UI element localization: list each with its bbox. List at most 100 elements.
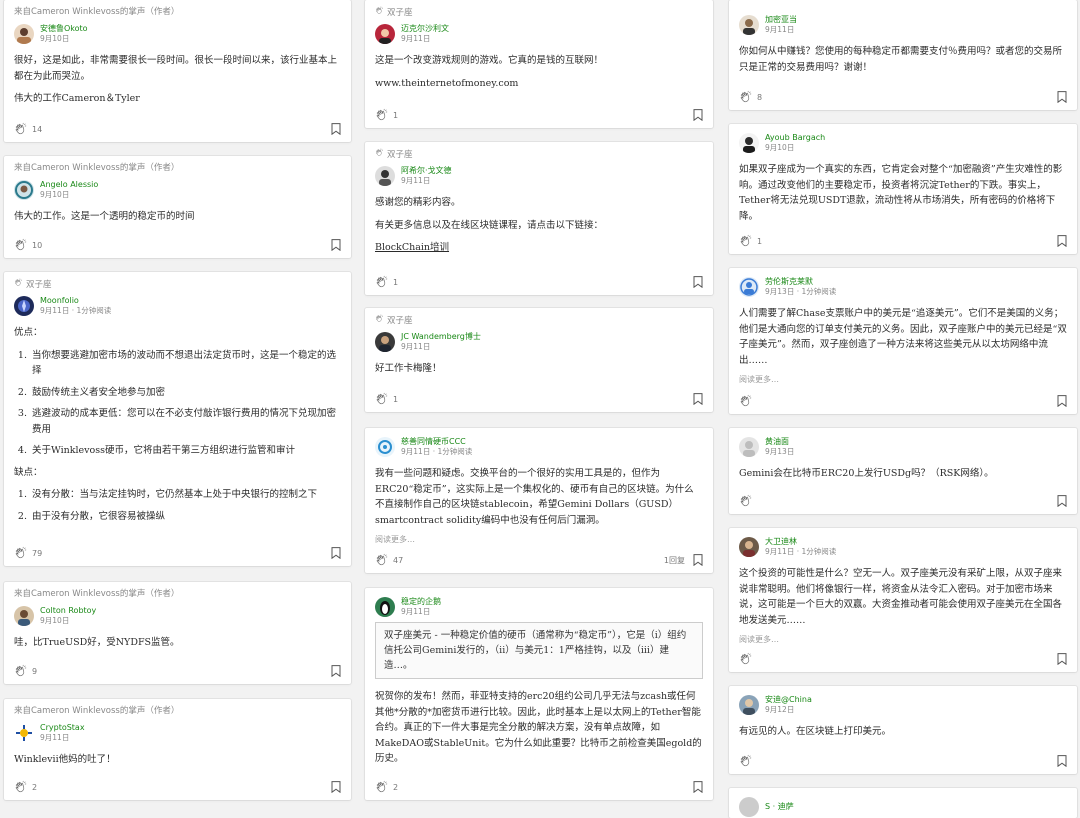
clap-button[interactable]: 10 — [14, 238, 42, 252]
author-name[interactable]: Angelo Alessio — [40, 180, 98, 190]
response-card[interactable]: 安迪@China 9月12日 有远见的人。在区块链上打印美元。 — [729, 686, 1077, 774]
author-name[interactable]: 安迪@China — [765, 695, 812, 705]
avatar[interactable] — [739, 797, 759, 817]
response-card[interactable]: 来自Cameron Winklevoss的掌声（作者） Angelo Aless… — [4, 156, 351, 258]
response-body[interactable]: Winklevii他妈的吐了！ — [14, 752, 341, 768]
author-name[interactable]: 慈善同情硬币CCC — [401, 437, 472, 447]
clap-button[interactable]: 1 — [739, 234, 762, 248]
bookmark-button[interactable] — [331, 123, 341, 135]
post-date[interactable]: 9月11日 · 1分钟阅读 — [401, 447, 472, 457]
publication-name[interactable]: 双子座 — [387, 8, 413, 18]
author-name[interactable]: 迈克尔沙利文 — [401, 24, 449, 34]
avatar[interactable] — [739, 437, 759, 457]
author-name[interactable]: CryptoStax — [40, 723, 85, 733]
author-name[interactable]: 黄油面 — [765, 437, 794, 447]
post-date[interactable]: 9月13日 — [765, 447, 794, 457]
response-body[interactable]: 这个投资的可能性是什么？空无一人。双子座美元没有采矿上限，从双子座来说非常聪明。… — [739, 566, 1067, 648]
avatar[interactable] — [375, 332, 395, 352]
avatar[interactable] — [375, 24, 395, 44]
avatar[interactable] — [739, 277, 759, 297]
response-body[interactable]: Gemini会在比特币ERC20上发行USDg吗？（RSK网络）。 — [739, 466, 1067, 482]
response-card[interactable]: 加密亚当 9月11日 你如何从中赚钱？您使用的每种稳定币都需要支付％费用吗？或者… — [729, 0, 1077, 110]
response-body[interactable]: 这是一个改变游戏规则的游戏。它真的是钱的互联网！ www.theinternet… — [375, 53, 703, 91]
author-name[interactable]: 劳伦斯克莱默 — [765, 277, 836, 287]
response-body[interactable]: 哇，比TrueUSD好，受NYDFS监管。 — [14, 635, 341, 651]
post-date[interactable]: 9月11日 — [765, 25, 797, 35]
author-name[interactable]: 大卫迪林 — [765, 537, 836, 547]
read-more-link[interactable]: 阅读更多… — [739, 632, 1067, 648]
avatar[interactable] — [14, 24, 34, 44]
publication-name[interactable]: 双子座 — [26, 280, 52, 290]
post-date[interactable]: 9月11日 — [401, 34, 449, 44]
author-name[interactable]: S · 迪萨 — [765, 802, 794, 812]
author-name[interactable]: 加密亚当 — [765, 15, 797, 25]
response-card[interactable]: 双子座 JC Wandemberg博士 9月11日 好工作卡梅隆！ 1 — [365, 308, 713, 412]
replies-link[interactable]: 1回复 — [664, 555, 685, 566]
response-card[interactable]: Ayoub Bargach 9月10日 如果双子座成为一个真实的东西，它肯定会对… — [729, 124, 1077, 254]
publication-name[interactable]: 双子座 — [387, 150, 413, 160]
publication-name[interactable]: 双子座 — [387, 316, 413, 326]
avatar[interactable] — [14, 180, 34, 200]
author-name[interactable]: 安德鲁Okoto — [40, 24, 88, 34]
read-more-link[interactable]: 阅读更多… — [739, 372, 1067, 388]
clap-button[interactable]: 1 — [375, 392, 398, 406]
post-date[interactable]: 9月10日 — [40, 190, 98, 200]
bookmark-button[interactable] — [693, 554, 703, 566]
post-date[interactable]: 9月11日 — [401, 342, 481, 352]
post-date[interactable]: 9月11日 — [401, 607, 441, 617]
clap-button[interactable]: 1 — [375, 275, 398, 289]
response-card[interactable]: 双子座 阿希尔·戈文德 9月11日 感谢您的精彩内容。 有关更多信息以及在线区块… — [365, 142, 713, 295]
response-card[interactable]: 来自Cameron Winklevoss的掌声（作者） Colton Robto… — [4, 582, 351, 684]
post-date[interactable]: 9月13日 · 1分钟阅读 — [765, 287, 836, 297]
bookmark-button[interactable] — [1057, 755, 1067, 767]
response-body[interactable]: 很好，这是如此，非常需要很长一段时间。很长一段时间以来，该行业基本上都在为此而哭… — [14, 53, 341, 107]
response-body[interactable]: 祝贺你的发布！然而，菲亚特支持的erc20组约公司几乎无法与zcash或任何其他… — [375, 689, 703, 767]
response-card[interactable]: 劳伦斯克莱默 9月13日 · 1分钟阅读 人们需要了解Chase支票账户中的美元… — [729, 268, 1077, 414]
clap-button[interactable]: 9 — [14, 664, 37, 678]
author-name[interactable]: 阿希尔·戈文德 — [401, 166, 452, 176]
read-more-link[interactable]: 阅读更多… — [375, 532, 703, 548]
clap-button[interactable]: 14 — [14, 122, 42, 136]
response-card[interactable]: 来自Cameron Winklevoss的掌声（作者） 安德鲁Okoto 9月1… — [4, 0, 351, 142]
clap-button[interactable]: 2 — [375, 780, 398, 794]
response-card[interactable]: 双子座 迈克尔沙利文 9月11日 这是一个改变游戏规则的游戏。它真的是钱的互联网… — [365, 0, 713, 128]
quoted-highlight[interactable]: 双子座美元 - 一种稳定价值的硬币（通常称为“稳定币”），它是（i）组约信托公司… — [375, 622, 703, 679]
post-date[interactable]: 9月12日 — [765, 705, 812, 715]
post-date[interactable]: 9月10日 — [40, 616, 96, 626]
avatar[interactable] — [739, 133, 759, 153]
clap-button[interactable]: 79 — [14, 546, 42, 560]
bookmark-button[interactable] — [1057, 91, 1067, 103]
author-name[interactable]: JC Wandemberg博士 — [401, 332, 481, 342]
bookmark-button[interactable] — [693, 781, 703, 793]
author-name[interactable]: Moonfolio — [40, 296, 111, 306]
bookmark-button[interactable] — [331, 781, 341, 793]
post-date[interactable]: 9月11日 — [40, 733, 85, 743]
response-card[interactable]: 大卫迪林 9月11日 · 1分钟阅读 这个投资的可能性是什么？空无一人。双子座美… — [729, 528, 1077, 672]
clap-button[interactable]: 47 — [375, 553, 403, 567]
bookmark-button[interactable] — [331, 547, 341, 559]
avatar[interactable] — [14, 606, 34, 626]
avatar[interactable] — [14, 296, 34, 316]
bookmark-button[interactable] — [331, 665, 341, 677]
post-date[interactable]: 9月11日 · 1分钟阅读 — [765, 547, 836, 557]
response-card[interactable]: 双子座 Moonfolio 9月11日 · 1分钟阅读 优点： 当你想要逃避加密… — [4, 272, 351, 566]
post-date[interactable]: 9月10日 — [40, 34, 88, 44]
bookmark-button[interactable] — [693, 276, 703, 288]
response-card[interactable]: S · 迪萨 — [729, 788, 1077, 818]
bookmark-button[interactable] — [693, 109, 703, 121]
avatar[interactable] — [375, 166, 395, 186]
response-body[interactable]: 你如何从中赚钱？您使用的每种稳定币都需要支付％费用吗？或者您的交易所只是正常的交… — [739, 44, 1067, 75]
response-body[interactable]: 伟大的工作。这是一个透明的稳定币的时间 — [14, 209, 341, 225]
response-body[interactable]: 有远见的人。在区块链上打印美元。 — [739, 724, 1067, 740]
bookmark-button[interactable] — [1057, 653, 1067, 665]
bookmark-button[interactable] — [1057, 395, 1067, 407]
avatar[interactable] — [739, 15, 759, 35]
bookmark-button[interactable] — [1057, 495, 1067, 507]
avatar[interactable] — [739, 537, 759, 557]
bookmark-button[interactable] — [331, 239, 341, 251]
avatar[interactable] — [375, 597, 395, 617]
bookmark-button[interactable] — [693, 393, 703, 405]
author-name[interactable]: Ayoub Bargach — [765, 133, 825, 143]
response-body[interactable]: 人们需要了解Chase支票账户中的美元是“追逐美元”。它们不是美国的义务；他们是… — [739, 306, 1067, 388]
response-body[interactable]: 好工作卡梅隆！ — [375, 361, 703, 377]
